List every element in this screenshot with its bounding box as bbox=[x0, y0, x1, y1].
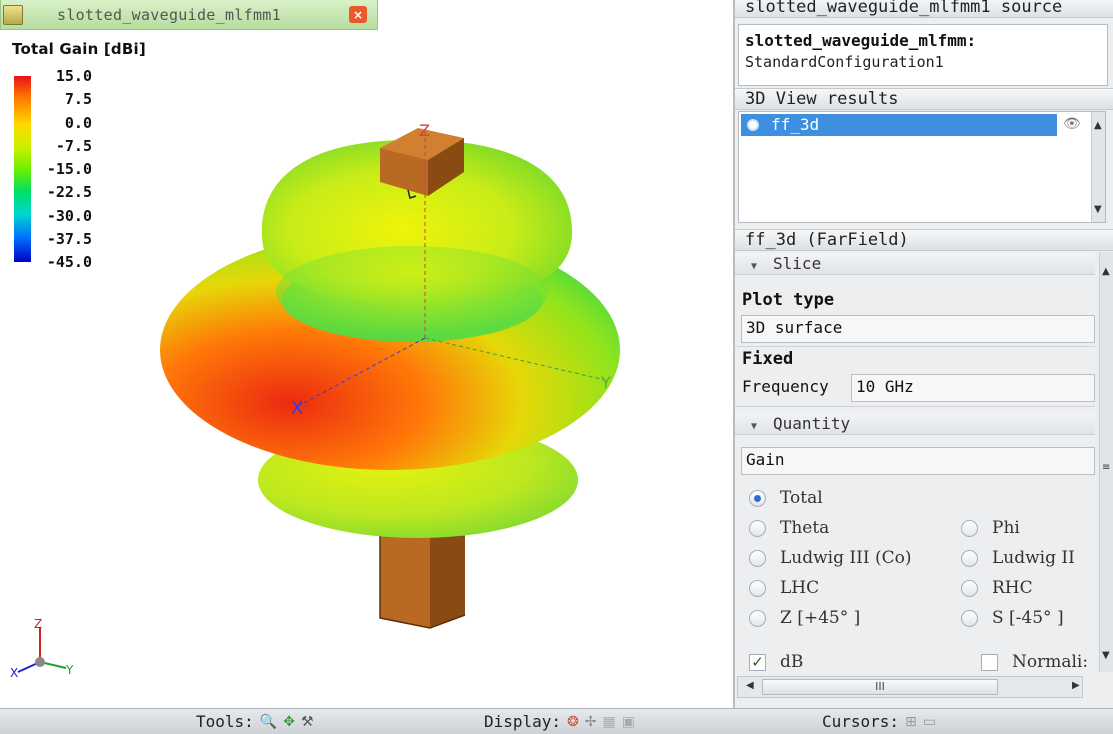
scrollbar-thumb[interactable]: III bbox=[762, 679, 998, 695]
radio-lhc-label: LHC bbox=[780, 578, 820, 598]
radio-unselected-icon bbox=[961, 609, 978, 627]
tools-label: Tools: bbox=[196, 712, 254, 731]
scroll-down-icon[interactable]: ▼ bbox=[1094, 204, 1102, 215]
radio-selected-icon bbox=[749, 489, 766, 507]
fixed-label: Fixed bbox=[742, 349, 794, 369]
radio-unselected-icon bbox=[749, 519, 766, 537]
normalise-label: Normali: bbox=[1012, 652, 1089, 672]
radio-phi-label: Phi bbox=[992, 518, 1020, 538]
results-header: 3D View results bbox=[735, 88, 1113, 110]
cursor-info-icon[interactable]: ▭ bbox=[923, 714, 936, 730]
radio-unselected-icon bbox=[961, 549, 978, 567]
frequency-select[interactable]: 10 GHz bbox=[851, 374, 1095, 402]
radio-total[interactable]: Total bbox=[749, 488, 823, 508]
quantity-select[interactable]: Gain bbox=[741, 447, 1095, 475]
divider bbox=[735, 346, 1095, 347]
properties-panel: slotted_waveguide_mlfmm1 source slotted_… bbox=[733, 0, 1113, 708]
plot-type-select[interactable]: 3D surface bbox=[741, 315, 1095, 343]
horizontal-scrollbar[interactable]: ◀ III ▶ bbox=[737, 676, 1083, 698]
y-axis-label: Y bbox=[600, 373, 611, 392]
source-configuration: StandardConfiguration1 bbox=[745, 53, 944, 71]
radio-ludwig-co-label: Ludwig III (Co) bbox=[780, 548, 912, 568]
radio-total-label: Total bbox=[780, 488, 823, 508]
plot-type-label: Plot type bbox=[742, 290, 835, 310]
radio-unselected-icon bbox=[961, 579, 978, 597]
results-scrollbar[interactable]: ▲ ▼ bbox=[1091, 112, 1105, 222]
radio-lhc[interactable]: LHC bbox=[749, 578, 819, 598]
radio-rhc[interactable]: RHC bbox=[961, 578, 1033, 598]
radio-phi[interactable]: Phi bbox=[961, 518, 1020, 538]
results-list: ff_3d 👁 ▲ ▼ bbox=[738, 111, 1106, 223]
cursor-icon[interactable]: ⊞ bbox=[905, 714, 917, 730]
radio-theta[interactable]: Theta bbox=[749, 518, 829, 538]
scroll-down-icon[interactable]: ▼ bbox=[1102, 650, 1110, 661]
radio-ludwig-co[interactable]: Ludwig III (Co) bbox=[749, 548, 911, 568]
orientation-triad[interactable]: Z X Y bbox=[10, 617, 74, 680]
checkmark-icon: ✓ bbox=[749, 653, 766, 671]
radio-ludwig-cross[interactable]: Ludwig II bbox=[961, 548, 1075, 568]
divider bbox=[735, 406, 1095, 407]
cursors-group: Cursors: ⊞ ▭ bbox=[822, 712, 936, 731]
visibility-eye-icon[interactable]: 👁 bbox=[1063, 116, 1081, 132]
quantity-section-toggle[interactable]: ▼ Quantity bbox=[735, 413, 1095, 435]
collapse-triangle-icon: ▼ bbox=[751, 421, 758, 432]
triad-x-label: X bbox=[10, 666, 18, 680]
display-group: Display: ❂ ✢ ▦ ▣ bbox=[484, 712, 635, 731]
display-label: Display: bbox=[484, 712, 562, 731]
slice-label: Slice bbox=[773, 254, 822, 273]
bottom-toolbar: Tools: 🔍 ✥ ⚒ Display: ❂ ✢ ▦ ▣ Cursors: ⊞… bbox=[0, 708, 1113, 734]
properties-header: ff_3d (FarField) bbox=[735, 229, 1113, 251]
x-axis-label: X bbox=[291, 398, 303, 419]
quantity-label: Quantity bbox=[773, 414, 851, 433]
normalise-checkbox[interactable]: Normali: bbox=[981, 652, 1088, 672]
radio-unselected-icon bbox=[961, 519, 978, 537]
scrollbar-grip-icon[interactable]: ≡ bbox=[1102, 462, 1110, 473]
radio-z45[interactable]: Z [+45° ] bbox=[749, 608, 860, 628]
frequency-label: Frequency bbox=[742, 377, 829, 396]
db-label: dB bbox=[780, 652, 804, 672]
tools-group: Tools: 🔍 ✥ ⚒ bbox=[196, 712, 314, 731]
grid-icon[interactable]: ▦ bbox=[603, 714, 616, 730]
farfield-scene[interactable]: X Y Z Z X Y bbox=[0, 0, 733, 708]
radio-unselected-icon bbox=[749, 579, 766, 597]
frame-icon[interactable]: ▣ bbox=[622, 714, 635, 730]
pan-icon[interactable]: ✥ bbox=[283, 714, 295, 730]
triad-y-label: Y bbox=[65, 663, 74, 677]
waveguide-bottom bbox=[379, 528, 466, 629]
db-checkbox[interactable]: ✓ dB bbox=[749, 652, 803, 672]
radio-s45[interactable]: S [-45° ] bbox=[961, 608, 1064, 628]
triad-z-label: Z bbox=[34, 617, 42, 631]
result-item-ff-3d[interactable]: ff_3d bbox=[741, 114, 1057, 136]
measure-icon[interactable]: ⚒ bbox=[301, 714, 314, 730]
result-radio-icon bbox=[747, 119, 759, 131]
zoom-icon[interactable]: 🔍 bbox=[260, 714, 277, 730]
source-box: slotted_waveguide_mlfmm: StandardConfigu… bbox=[738, 24, 1108, 86]
3d-view[interactable]: slotted_waveguide_mlfmm1 × Total Gain [d… bbox=[0, 0, 733, 708]
source-name: slotted_waveguide_mlfmm: bbox=[745, 31, 977, 50]
scroll-up-icon[interactable]: ▲ bbox=[1094, 120, 1102, 131]
radio-theta-label: Theta bbox=[780, 518, 830, 538]
axes-icon[interactable]: ✢ bbox=[585, 714, 597, 730]
cursors-label: Cursors: bbox=[822, 712, 900, 731]
scroll-left-icon[interactable]: ◀ bbox=[746, 680, 754, 691]
radio-s45-label: S [-45° ] bbox=[992, 608, 1064, 628]
radio-unselected-icon bbox=[749, 549, 766, 567]
render-icon[interactable]: ❂ bbox=[567, 714, 579, 730]
z-axis-label: Z bbox=[419, 121, 430, 140]
radio-ludwig-cross-label: Ludwig II bbox=[992, 548, 1075, 568]
source-header: slotted_waveguide_mlfmm1 source bbox=[735, 0, 1113, 18]
checkbox-empty-icon bbox=[981, 653, 998, 671]
properties-scrollbar[interactable]: ▲ ≡ ▼ bbox=[1099, 252, 1113, 672]
slice-section-toggle[interactable]: ▼ Slice bbox=[735, 253, 1095, 275]
radio-unselected-icon bbox=[749, 609, 766, 627]
collapse-triangle-icon: ▼ bbox=[751, 261, 758, 272]
result-item-label: ff_3d bbox=[771, 115, 820, 134]
scroll-up-icon[interactable]: ▲ bbox=[1102, 266, 1110, 277]
scroll-right-icon[interactable]: ▶ bbox=[1072, 680, 1080, 691]
radio-rhc-label: RHC bbox=[992, 578, 1033, 598]
radio-z45-label: Z [+45° ] bbox=[780, 608, 861, 628]
